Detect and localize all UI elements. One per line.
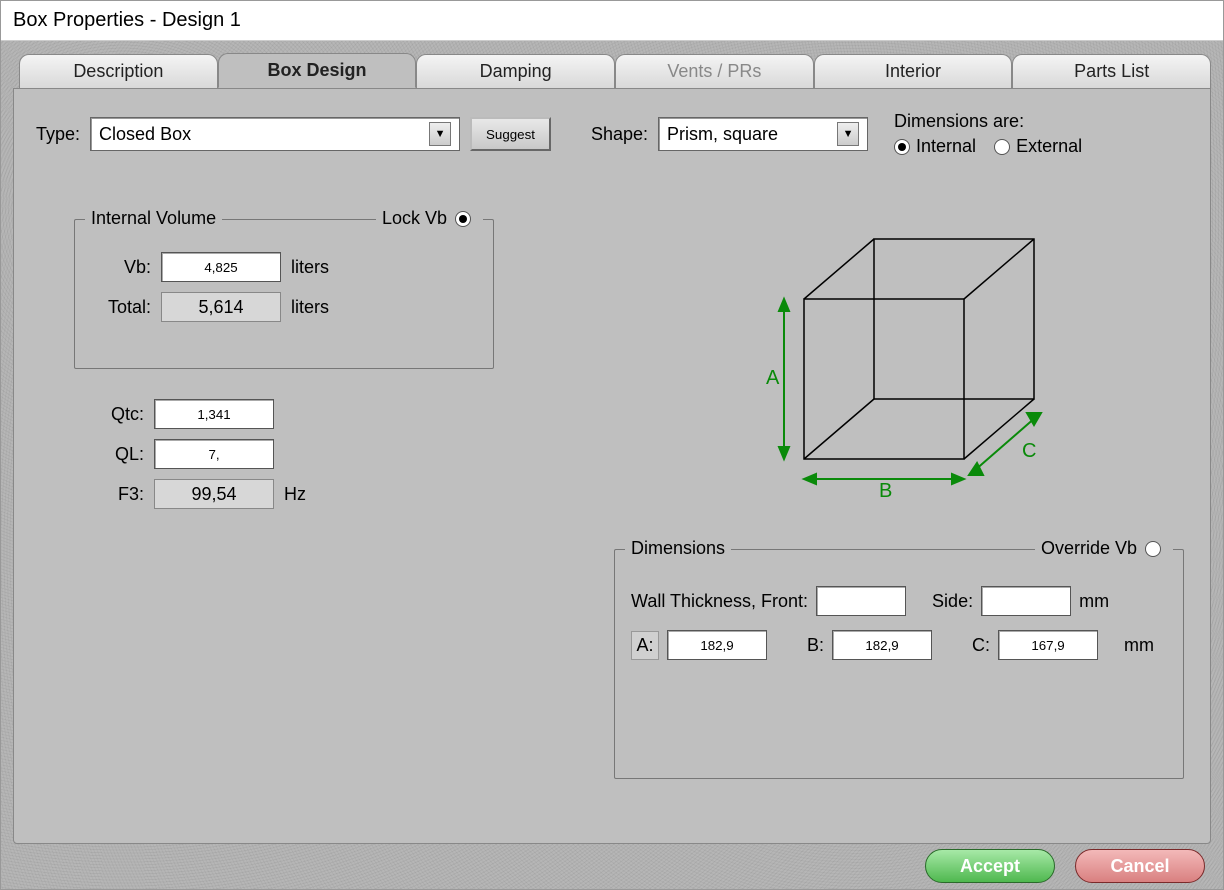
radio-internal-label: Internal (916, 136, 976, 156)
content-area: Description Box Design Damping Vents / P… (1, 41, 1223, 889)
dimensions-legend: Dimensions (625, 538, 731, 559)
total-label: Total: (91, 297, 151, 318)
tab-panel: Type: Closed Box ▼ Suggest Shape: Prism,… (13, 88, 1211, 844)
shape-label: Shape: (591, 124, 648, 145)
radio-icon (455, 211, 471, 227)
internal-volume-group: Internal Volume Lock Vb Vb: liters Total… (74, 219, 494, 369)
dim-a-label: A: (631, 631, 659, 660)
radio-external-label: External (1016, 136, 1082, 156)
total-readout: 5,614 (161, 292, 281, 322)
dim-b-input[interactable] (832, 630, 932, 660)
tab-vents-prs: Vents / PRs (615, 54, 814, 89)
wall-unit: mm (1079, 591, 1109, 612)
radio-external[interactable]: External (994, 136, 1082, 157)
wall-front-input[interactable] (816, 586, 906, 616)
radio-internal[interactable]: Internal (894, 136, 976, 157)
wall-side-input[interactable] (981, 586, 1071, 616)
vb-input[interactable] (161, 252, 281, 282)
chevron-down-icon: ▼ (429, 122, 451, 146)
override-vb-control[interactable]: Override Vb (1035, 538, 1173, 559)
diagram-c-label: C (1022, 440, 1036, 462)
tab-description[interactable]: Description (19, 54, 218, 89)
dim-c-label: C: (972, 635, 990, 656)
vb-unit: liters (291, 257, 329, 278)
tab-parts-list[interactable]: Parts List (1012, 54, 1211, 89)
override-vb-label: Override Vb (1041, 538, 1137, 559)
shape-value: Prism, square (667, 124, 778, 145)
f3-readout: 99,54 (154, 479, 274, 509)
cancel-button[interactable]: Cancel (1075, 849, 1205, 883)
top-controls: Type: Closed Box ▼ Suggest Shape: Prism,… (36, 111, 1188, 157)
ql-label: QL: (84, 444, 144, 465)
wall-thickness-label: Wall Thickness, Front: (631, 591, 808, 612)
qtc-input[interactable] (154, 399, 274, 429)
dim-c-input[interactable] (998, 630, 1098, 660)
qtc-label: Qtc: (84, 404, 144, 425)
accept-button[interactable]: Accept (925, 849, 1055, 883)
dimensions-are-label: Dimensions are: (894, 111, 1082, 132)
diagram-b-label: B (879, 480, 892, 502)
lock-vb-label: Lock Vb (382, 208, 447, 229)
tab-damping[interactable]: Damping (416, 54, 615, 89)
tab-box-design[interactable]: Box Design (218, 53, 417, 88)
dimensions-group: Dimensions Override Vb Wall Thickness, F… (614, 549, 1184, 779)
type-select[interactable]: Closed Box ▼ (90, 117, 460, 151)
total-unit: liters (291, 297, 329, 318)
suggest-button[interactable]: Suggest (470, 117, 551, 151)
radio-icon (1145, 541, 1161, 557)
type-value: Closed Box (99, 124, 191, 145)
lock-vb-control[interactable]: Lock Vb (376, 208, 483, 229)
radio-icon (994, 139, 1010, 155)
radio-icon (894, 139, 910, 155)
params-area: Qtc: QL: F3: 99,54 Hz (84, 389, 306, 519)
dim-a-input[interactable] (667, 630, 767, 660)
f3-label: F3: (84, 484, 144, 505)
shape-select[interactable]: Prism, square ▼ (658, 117, 868, 151)
dialog-buttons: Accept Cancel (925, 849, 1205, 883)
diagram-a-label: A (766, 367, 780, 389)
internal-volume-legend: Internal Volume (85, 208, 222, 229)
tab-row: Description Box Design Damping Vents / P… (19, 53, 1211, 88)
cube-diagram: A B C (674, 199, 1094, 529)
f3-unit: Hz (284, 484, 306, 505)
chevron-down-icon: ▼ (837, 122, 859, 146)
dim-unit: mm (1124, 635, 1154, 656)
tab-interior[interactable]: Interior (814, 54, 1013, 89)
dim-b-label: B: (807, 635, 824, 656)
type-label: Type: (36, 124, 80, 145)
vb-label: Vb: (91, 257, 151, 278)
ql-input[interactable] (154, 439, 274, 469)
wall-side-label: Side: (932, 591, 973, 612)
window-title: Box Properties - Design 1 (1, 1, 1223, 41)
window: Box Properties - Design 1 Description Bo… (0, 0, 1224, 890)
dimensions-are-group: Dimensions are: Internal External (894, 111, 1082, 157)
